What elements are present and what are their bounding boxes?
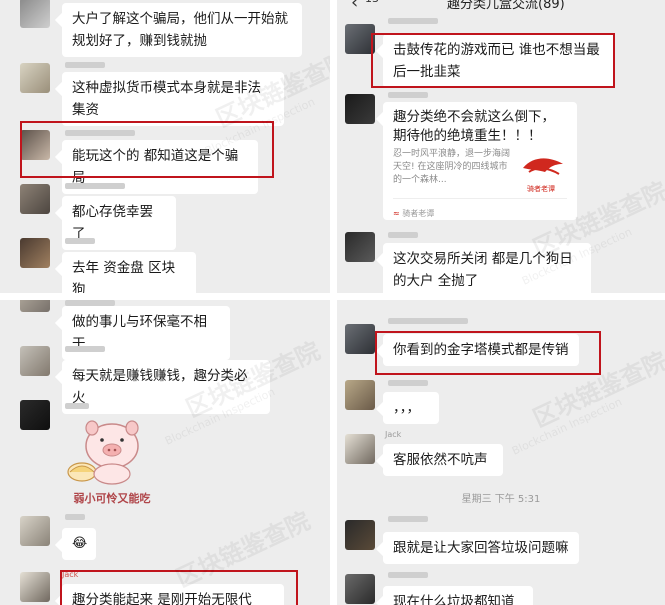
link-card[interactable]: 趣分类绝不会就这么倒下，期待他的绝境重生！！！ 忍一时风平浪静，退一步海阔天空!… bbox=[383, 102, 577, 220]
sender-nickname bbox=[385, 16, 438, 26]
message-bubble[interactable]: 客服依然不吭声 bbox=[383, 444, 503, 476]
sender-nickname bbox=[385, 514, 428, 524]
avatar[interactable] bbox=[20, 400, 50, 430]
sender-nickname bbox=[385, 230, 418, 240]
source-icon: ≈ bbox=[393, 209, 400, 218]
time-divider: 星期三 下午 5:31 bbox=[461, 494, 541, 505]
chat-panel-bottom-right: 你看到的金字塔模式都是传销 ，，， Jack 客服依然不吭声 星期三 下午 5:… bbox=[337, 300, 665, 605]
more-icon[interactable]: ··· bbox=[629, 0, 644, 7]
back-arrow-icon[interactable]: ‹ bbox=[351, 0, 358, 12]
message-bubble[interactable]: 去年 资金盘 区块狗 bbox=[62, 252, 196, 293]
link-card-desc: 忍一时风平浪静，退一步海阔天空! 在这座阴冷的四线城市的一个森林... bbox=[393, 149, 511, 185]
sender-nickname bbox=[385, 378, 428, 388]
sender-nickname bbox=[62, 236, 95, 246]
avatar[interactable] bbox=[345, 520, 375, 550]
avatar[interactable] bbox=[345, 574, 375, 604]
chat-panel-top-left: 大户了解这个骗局，他们从一开始就规划好了，赚到钱就抛 这种虚拟货币模式本身就是非… bbox=[0, 0, 330, 293]
chat-panel-bottom-left: 做的事儿与环保毫不相干 每天就是赚钱赚钱，趣分类必火 弱小可怜又能吃 😂 Jac… bbox=[0, 300, 330, 605]
sticker-caption: 弱小可怜又能吃 bbox=[73, 492, 151, 505]
avatar[interactable] bbox=[345, 232, 375, 262]
avatar[interactable] bbox=[20, 0, 50, 28]
avatar[interactable] bbox=[345, 434, 375, 464]
sender-nickname bbox=[62, 512, 85, 522]
link-card-title: 趣分类绝不会就这么倒下，期待他的绝境重生！！！ bbox=[393, 109, 555, 144]
chat-title: 趣分类儿盒交流(89) bbox=[447, 0, 565, 12]
avatar[interactable] bbox=[345, 94, 375, 124]
sender-nickname: Jack bbox=[385, 430, 402, 439]
link-card-source: ≈ 骑者老谭 bbox=[393, 209, 435, 218]
sticker[interactable]: 弱小可怜又能吃 bbox=[64, 412, 160, 505]
avatar[interactable] bbox=[20, 184, 50, 214]
sender-nickname bbox=[62, 181, 125, 191]
avatar[interactable] bbox=[345, 324, 375, 354]
sender-nickname bbox=[62, 344, 105, 354]
avatar[interactable] bbox=[20, 238, 50, 268]
avatar[interactable] bbox=[20, 63, 50, 93]
message-bubble[interactable]: ，，， bbox=[383, 392, 439, 424]
message-bubble[interactable]: 大户了解这个骗局，他们从一开始就规划好了，赚到钱就抛 bbox=[62, 3, 302, 57]
avatar[interactable] bbox=[20, 572, 50, 602]
avatar[interactable] bbox=[20, 346, 50, 376]
message-bubble[interactable]: 现在什么垃圾都知道 bbox=[383, 586, 533, 605]
emoji-bubble[interactable]: 😂 bbox=[62, 528, 96, 560]
sender-nickname bbox=[385, 570, 428, 580]
link-card-logo-text: 骑者老谭 bbox=[527, 185, 555, 193]
chat-panel-top-right: ‹ 13 趣分类儿盒交流(89) ··· 击鼓传花的游戏而已 谁也不想当最后一批… bbox=[337, 0, 665, 293]
sender-nickname bbox=[385, 316, 468, 326]
sender-nickname bbox=[62, 60, 105, 70]
highlight-box bbox=[371, 33, 615, 88]
avatar[interactable] bbox=[20, 516, 50, 546]
link-card-thumbnail: 骑者老谭 bbox=[519, 150, 567, 193]
message-bubble[interactable]: 跟就是让大家回答垃圾问题嘛 bbox=[383, 532, 579, 564]
pig-sticker-icon bbox=[67, 420, 139, 485]
sender-nickname bbox=[385, 90, 428, 100]
sender-nickname bbox=[62, 401, 89, 411]
avatar[interactable] bbox=[20, 300, 50, 312]
chat-header: ‹ 13 趣分类儿盒交流(89) ··· bbox=[337, 0, 665, 12]
highlight-box bbox=[375, 331, 601, 375]
unread-badge: 13 bbox=[365, 0, 379, 5]
avatar[interactable] bbox=[345, 380, 375, 410]
